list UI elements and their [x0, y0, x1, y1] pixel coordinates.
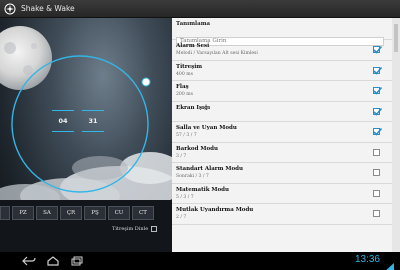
hour-picker[interactable]: 04 [52, 88, 74, 154]
label-section: Tanımlama [172, 18, 392, 46]
scrollbar-thumb[interactable] [394, 24, 398, 52]
day-button-cr[interactable]: ÇR [60, 206, 82, 220]
setting-alarm-sound[interactable]: Alarm Sesi Melodi / Varsayılan Alt sesi … [172, 40, 392, 61]
day-button-sa[interactable]: SA [36, 206, 58, 220]
setting-shake-mode[interactable]: Salla ve Uyan Modu 57 / 3 / 7 [172, 122, 392, 143]
label-title: Tanımlama [176, 21, 211, 27]
setting-barcode-mode[interactable]: Barkod Modu 3 / 7 [172, 143, 392, 163]
system-nav-bar: 13:36 [0, 252, 400, 270]
day-button[interactable] [0, 206, 10, 220]
moon-image [0, 26, 52, 90]
setting-screen-light[interactable]: Ekran Işığı [172, 102, 392, 122]
checkbox-unchecked[interactable] [373, 210, 380, 217]
settings-panel: Tanımlama Alarm Sesi Melodi / Varsayılan… [172, 18, 400, 252]
recent-apps-icon[interactable] [70, 255, 84, 267]
silent-label: Titreşim Dinle [112, 226, 149, 232]
checkbox-checked[interactable] [373, 45, 382, 54]
back-icon[interactable] [22, 255, 36, 267]
day-button-ps[interactable]: PŞ [84, 206, 106, 220]
time-picker[interactable]: 04 31 [48, 88, 110, 154]
checkbox-checked[interactable] [373, 107, 382, 116]
check-icon [373, 66, 382, 75]
check-icon [373, 86, 382, 95]
signal-icon [384, 257, 394, 270]
status-clock: 13:36 [354, 254, 380, 265]
setting-math-mode[interactable]: Matematik Modu 5 / 3 / 7 [172, 184, 392, 204]
checkbox-unchecked[interactable] [373, 169, 380, 176]
scrollbar[interactable] [392, 18, 400, 252]
minute-value[interactable]: 31 [82, 110, 104, 132]
checkbox-checked[interactable] [373, 66, 382, 75]
checkbox-checked[interactable] [373, 86, 382, 95]
checkbox-checked[interactable] [373, 127, 382, 136]
check-icon [373, 45, 382, 54]
app-logo-icon[interactable] [4, 3, 16, 15]
silent-option[interactable]: Titreşim Dinle [112, 226, 158, 232]
setting-vibration[interactable]: Titreşim 400 ms [172, 61, 392, 81]
setting-flash[interactable]: Flaş 200 ms [172, 81, 392, 102]
day-button-cu[interactable]: CU [108, 206, 130, 220]
check-icon [373, 107, 382, 116]
check-icon [373, 127, 382, 136]
home-icon[interactable] [46, 255, 60, 267]
day-button-pz[interactable]: PZ [12, 206, 34, 220]
app-title: Shake & Wake [21, 4, 75, 13]
checkbox-unchecked[interactable] [373, 189, 380, 197]
alarm-panel: 04 31 PZ SA ÇR PŞ CU CT Titreşim Dinle [0, 18, 172, 252]
dial-handle [141, 77, 151, 87]
silent-checkbox[interactable] [151, 226, 158, 232]
checkbox-unchecked[interactable] [373, 148, 380, 156]
hour-value[interactable]: 04 [52, 110, 74, 132]
setting-absolute-mode[interactable]: Mutlak Uyandırma Modu 2 / 7 [172, 204, 392, 225]
action-bar: Shake & Wake [0, 0, 400, 18]
minute-picker[interactable]: 31 [82, 88, 104, 154]
settings-list: Tanımlama Alarm Sesi Melodi / Varsayılan… [172, 18, 392, 252]
day-button-ct[interactable]: CT [132, 206, 154, 220]
setting-standard-mode[interactable]: Standart Alarm Modu Sonraki / 3 / 7 [172, 163, 392, 184]
weekday-selector: PZ SA ÇR PŞ CU CT [0, 206, 172, 220]
